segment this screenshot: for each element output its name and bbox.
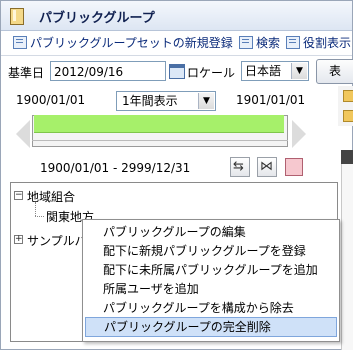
role-display-link[interactable]: 役割表示: [286, 34, 351, 51]
menu-remove-from-structure[interactable]: パブリックグループを構成から除去: [83, 298, 339, 318]
collapse-range-button[interactable]: ⋈: [257, 157, 277, 177]
role-display-label: 役割表示: [303, 36, 352, 50]
tree-connector: [35, 202, 36, 216]
toolbar-divider: [1, 55, 352, 56]
base-date-input[interactable]: 2012/09/16: [50, 61, 166, 81]
tree-node-sample[interactable]: サンプルパ: [27, 232, 87, 249]
collapse-node-icon[interactable]: −: [14, 191, 23, 200]
search-list-icon: [239, 36, 253, 49]
chevron-down-icon: ▼: [291, 63, 307, 79]
menu-add-unassigned-group[interactable]: 配下に未所属パブリックグループを追加: [83, 260, 339, 280]
display-button[interactable]: 表: [316, 59, 353, 84]
timeline-start-label: 1900/01/01: [16, 93, 86, 107]
expand-node-icon[interactable]: +: [14, 235, 23, 244]
folder-icon: [343, 90, 353, 102]
right-list-panel: [341, 150, 353, 350]
timeline-prev-arrow-icon[interactable]: [16, 120, 30, 148]
locale-select[interactable]: 日本語 ▼: [241, 61, 309, 81]
search-label: 検索: [256, 36, 281, 50]
folder-icon: [10, 8, 24, 25]
menu-add-member-user[interactable]: 所属ユーザを追加: [83, 279, 339, 299]
tree-connector: [35, 216, 44, 217]
chevron-down-icon: ▼: [198, 93, 214, 109]
folder-icon: [343, 110, 353, 122]
new-public-group-set-link[interactable]: パブリックグループセットの新規登録: [13, 34, 233, 51]
role-list-icon: [286, 36, 300, 49]
toolbar: パブリックグループセットの新規登録 検索 役割表示: [1, 30, 352, 55]
timeline-axis-line: [32, 140, 288, 141]
range-select[interactable]: 1年間表示 ▼: [116, 91, 216, 111]
title-bar: パブリックグループ: [1, 1, 352, 31]
menu-edit-public-group[interactable]: パブリックグループの編集: [83, 222, 339, 242]
locale-label: ロケール: [187, 66, 236, 80]
expand-arrows-icon: ⇆: [233, 159, 244, 174]
new-public-group-set-label: パブリックグループセットの新規登録: [30, 36, 233, 50]
page-title: パブリックグループ: [39, 11, 155, 26]
document-add-icon: [13, 36, 27, 49]
timeline-next-arrow-icon[interactable]: [292, 120, 306, 148]
locale-select-value: 日本語: [245, 64, 282, 78]
base-date-label: 基準日: [8, 66, 45, 80]
right-list-header: [341, 150, 353, 164]
clear-range-button[interactable]: [285, 158, 303, 176]
search-link[interactable]: 検索: [239, 34, 280, 51]
menu-delete-public-group[interactable]: パブリックグループの完全削除: [85, 317, 337, 337]
context-menu: パブリックグループの編集 配下に新規パブリックグループを登録 配下に未所属パブリ…: [82, 219, 340, 342]
range-select-value: 1年間表示: [122, 94, 178, 108]
timeline-range-bar[interactable]: [34, 115, 284, 133]
timeline-end-label: 1901/01/01: [236, 93, 306, 107]
collapse-arrows-icon: ⋈: [260, 159, 273, 174]
menu-register-child-group[interactable]: 配下に新規パブリックグループを登録: [83, 241, 339, 261]
expand-range-button[interactable]: ⇆: [230, 157, 250, 177]
timeline-period-label: 1900/01/01 - 2999/12/31: [40, 161, 191, 175]
calendar-icon[interactable]: [169, 64, 185, 79]
